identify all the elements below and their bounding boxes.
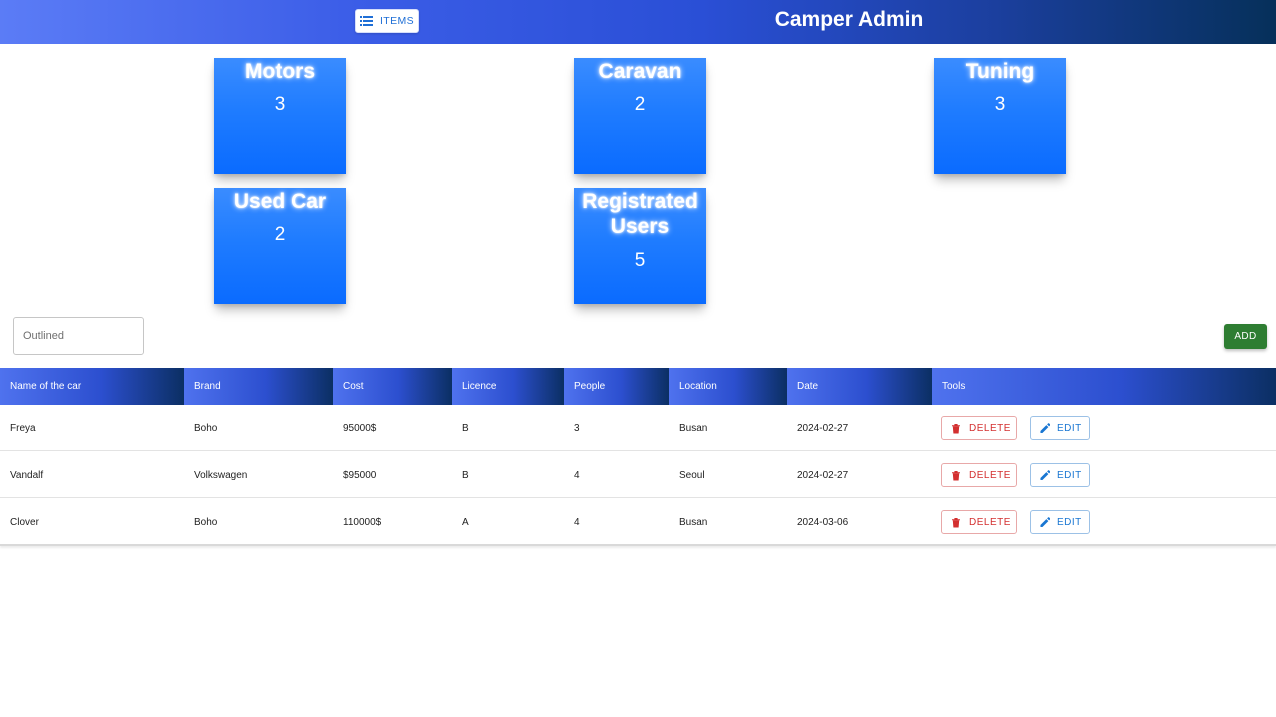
card-count: 2 [274, 224, 286, 245]
card-title: Used Car [233, 190, 327, 213]
cell-brand: Boho [194, 516, 218, 528]
trash-icon [952, 423, 960, 433]
delete-button[interactable]: DELETE [941, 510, 1017, 534]
cell-date: 2024-02-27 [797, 469, 849, 481]
cell-name: Freya [10, 422, 36, 434]
edit-button-label: EDIT [1057, 422, 1082, 434]
column-header-brand[interactable]: Brand [184, 368, 333, 405]
table-row: Clover Boho 110000$ A 4 Busan 2024-03-06… [0, 499, 1276, 545]
page-title: Camper Admin [774, 8, 924, 31]
cell-licence: B [462, 422, 469, 434]
card-count: 3 [994, 94, 1006, 115]
pencil-icon [1040, 516, 1050, 527]
search-input[interactable] [13, 317, 144, 355]
card-registrated-users: Registrated Users 5 [574, 188, 706, 304]
cell-location: Busan [679, 516, 708, 528]
trash-icon [952, 470, 960, 480]
table-header: Name of the car Brand Cost Licence Peopl… [0, 368, 1276, 405]
cell-location: Busan [679, 422, 708, 434]
edit-button-label: EDIT [1057, 469, 1082, 481]
table-row: Freya Boho 95000$ B 3 Busan 2024-02-27 D… [0, 405, 1276, 451]
cell-people: 3 [574, 422, 580, 434]
card-caravan: Caravan 2 [574, 58, 706, 174]
cell-date: 2024-02-27 [797, 422, 849, 434]
table-row: Vandalf Volkswagen $95000 B 4 Seoul 2024… [0, 452, 1276, 498]
edit-button[interactable]: EDIT [1030, 510, 1090, 534]
card-count: 5 [634, 250, 646, 271]
cell-cost: $95000 [343, 469, 377, 481]
column-header-tools: Tools [932, 368, 1276, 405]
column-header-people[interactable]: People [564, 368, 669, 405]
column-header-location[interactable]: Location [669, 368, 787, 405]
cell-people: 4 [574, 516, 580, 528]
list-icon [359, 16, 373, 26]
card-title-line-2: Users [610, 215, 670, 238]
cell-name: Clover [10, 516, 39, 528]
card-title: Caravan [598, 60, 682, 83]
edit-button[interactable]: EDIT [1030, 463, 1090, 487]
cell-licence: B [462, 469, 469, 481]
card-motors: Motors 3 [214, 58, 346, 174]
pencil-icon [1040, 422, 1050, 433]
card-used-car: Used Car 2 [214, 188, 346, 304]
card-count: 3 [274, 94, 286, 115]
card-tuning: Tuning 3 [934, 58, 1066, 174]
card-count: 2 [634, 94, 646, 115]
cell-cost: 110000$ [343, 516, 382, 528]
items-button-label: ITEMS [379, 15, 415, 27]
cell-date: 2024-03-06 [797, 516, 849, 528]
cell-location: Seoul [679, 469, 705, 481]
column-header-name[interactable]: Name of the car [0, 368, 184, 405]
cell-people: 4 [574, 469, 580, 481]
cars-table: Name of the car Brand Cost Licence Peopl… [0, 368, 1276, 546]
edit-button[interactable]: EDIT [1030, 416, 1090, 440]
cell-licence: A [462, 516, 469, 528]
cell-cost: 95000$ [343, 422, 377, 434]
delete-button[interactable]: DELETE [941, 416, 1017, 440]
items-menu-button[interactable]: ITEMS [355, 9, 419, 33]
add-button[interactable]: ADD [1224, 324, 1267, 349]
pencil-icon [1040, 469, 1050, 480]
edit-button-label: EDIT [1057, 516, 1082, 528]
delete-button-label: DELETE [969, 469, 1011, 481]
column-header-date[interactable]: Date [787, 368, 932, 405]
delete-button[interactable]: DELETE [941, 463, 1017, 487]
card-title: Tuning [965, 60, 1035, 83]
column-header-licence[interactable]: Licence [452, 368, 564, 405]
column-header-cost[interactable]: Cost [333, 368, 452, 405]
trash-icon [952, 517, 960, 527]
app-header: ITEMS Camper Admin [0, 0, 1276, 44]
cell-brand: Volkswagen [194, 469, 248, 481]
card-title: Motors [245, 60, 315, 83]
cell-name: Vandalf [10, 469, 44, 481]
cell-brand: Boho [194, 422, 218, 434]
delete-button-label: DELETE [969, 422, 1011, 434]
delete-button-label: DELETE [969, 516, 1011, 528]
card-title-line-1: Registrated [582, 190, 698, 213]
